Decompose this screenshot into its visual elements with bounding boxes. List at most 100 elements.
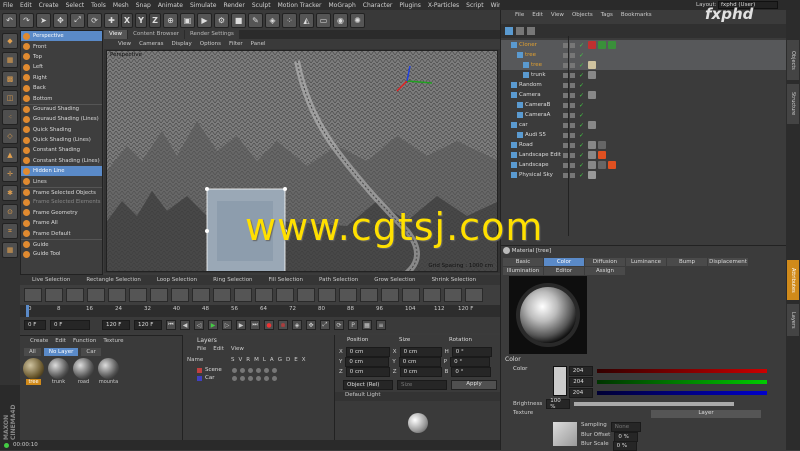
mat-menu-create[interactable]: Create bbox=[30, 338, 48, 344]
coord-size-field[interactable]: 0 cm bbox=[399, 347, 442, 357]
tool-rectangle-selection[interactable]: Rectangle Selection bbox=[86, 277, 141, 283]
layer-flag-icon[interactable] bbox=[240, 375, 245, 381]
material-item-road[interactable]: road bbox=[72, 358, 95, 388]
tweak-icon[interactable]: ✱ bbox=[2, 185, 18, 201]
view-menu-item-hidden-line[interactable]: Hidden Line bbox=[21, 166, 102, 177]
object-row-tree[interactable]: tree ✓ bbox=[501, 60, 787, 70]
render-visibility-icon[interactable] bbox=[570, 92, 575, 98]
coord-rotation-field[interactable]: 0 ° bbox=[450, 357, 491, 367]
texture-layer-button[interactable]: Layer bbox=[651, 410, 761, 418]
tool-slot-icon[interactable] bbox=[24, 288, 42, 302]
render-visibility-icon[interactable] bbox=[570, 172, 575, 178]
coord-position-field[interactable]: 0 cm bbox=[345, 357, 390, 367]
object-row-physical-sky[interactable]: Physical Sky ✓ bbox=[501, 170, 787, 180]
play-icon[interactable]: ▶ bbox=[208, 320, 218, 330]
material-item-tree[interactable]: tree bbox=[22, 358, 45, 388]
recent-tools-icon[interactable]: ✚ bbox=[104, 12, 119, 28]
object-tag-icon[interactable] bbox=[588, 171, 596, 179]
object-row-trunk[interactable]: trunk ✓ bbox=[501, 70, 787, 80]
enable-axis-icon[interactable]: ✛ bbox=[2, 166, 18, 182]
coord-position-field[interactable]: 0 cm bbox=[345, 347, 390, 357]
render-visibility-icon[interactable] bbox=[570, 112, 575, 118]
right-tab-structure[interactable]: Structure bbox=[787, 84, 799, 124]
vp-menu-view[interactable]: View bbox=[118, 41, 131, 47]
object-visibility-flags[interactable] bbox=[563, 162, 575, 168]
texture-preview[interactable] bbox=[553, 422, 577, 446]
render-visibility-icon[interactable] bbox=[570, 142, 575, 148]
menu-sculpt[interactable]: Sculpt bbox=[252, 2, 271, 9]
view-menu-item-constant-shading[interactable]: Constant Shading bbox=[21, 145, 102, 155]
param-key-icon[interactable]: P bbox=[348, 320, 358, 330]
tool-slot-icon[interactable] bbox=[213, 288, 231, 302]
object-row-camerab[interactable]: CameraB ✓ bbox=[501, 100, 787, 110]
object-tag-icon[interactable] bbox=[588, 161, 596, 169]
size-mode-select[interactable]: Size bbox=[397, 380, 447, 390]
object-visibility-flags[interactable] bbox=[563, 62, 575, 68]
tool-slot-icon[interactable] bbox=[276, 288, 294, 302]
redo-icon[interactable]: ↷ bbox=[19, 12, 34, 28]
object-tag-icon[interactable] bbox=[608, 161, 616, 169]
object-visibility-flags[interactable] bbox=[563, 152, 575, 158]
menu-mograph[interactable]: MoGraph bbox=[329, 2, 356, 9]
tool-slot-icon[interactable] bbox=[45, 288, 63, 302]
attr-tab-assign[interactable]: Assign bbox=[585, 267, 625, 275]
subdivision-icon[interactable]: ◈ bbox=[265, 12, 280, 28]
tool-slot-icon[interactable] bbox=[255, 288, 273, 302]
layers-menu-file[interactable]: File bbox=[197, 346, 206, 352]
object-tag-icon[interactable] bbox=[608, 41, 616, 49]
object-tag-icon[interactable] bbox=[588, 121, 596, 129]
tool-slot-icon[interactable] bbox=[360, 288, 378, 302]
enabled-check-icon[interactable]: ✓ bbox=[579, 142, 584, 149]
view-menu-item-front[interactable]: Front bbox=[21, 41, 102, 51]
texture-mode-icon[interactable]: ▩ bbox=[2, 71, 18, 87]
vp-menu-panel[interactable]: Panel bbox=[251, 41, 266, 47]
polygons-mode-icon[interactable]: ▲ bbox=[2, 147, 18, 163]
object-tag-icon[interactable] bbox=[598, 151, 606, 159]
object-row-random[interactable]: Random ✓ bbox=[501, 80, 787, 90]
record-icon[interactable]: ● bbox=[264, 320, 274, 330]
render-visibility-icon[interactable] bbox=[570, 72, 575, 78]
scale-tool-icon[interactable]: ⤢ bbox=[70, 12, 85, 28]
om-menu-objects[interactable]: Objects bbox=[572, 12, 593, 18]
om-menu-bookmarks[interactable]: Bookmarks bbox=[621, 12, 652, 18]
object-row-tree[interactable]: tree ✓ bbox=[501, 50, 787, 60]
camera-icon[interactable]: ◉ bbox=[333, 12, 348, 28]
object-row-landscape[interactable]: Landscape ✓ bbox=[501, 160, 787, 170]
attr-tab-color[interactable]: Color bbox=[544, 258, 584, 266]
object-visibility-flags[interactable] bbox=[563, 102, 575, 108]
tool-grow-selection[interactable]: Grow Selection bbox=[374, 277, 415, 283]
object-row-road[interactable]: Road ✓ bbox=[501, 140, 787, 150]
apply-button[interactable]: Apply bbox=[451, 380, 497, 390]
enabled-check-icon[interactable]: ✓ bbox=[579, 162, 584, 169]
tool-slot-icon[interactable] bbox=[66, 288, 84, 302]
brightness-field[interactable]: 100 % bbox=[546, 398, 571, 410]
tab-render-settings[interactable]: Render Settings bbox=[184, 30, 239, 39]
object-row-cameraa[interactable]: CameraA ✓ bbox=[501, 110, 787, 120]
green-field[interactable]: 204 bbox=[569, 377, 594, 387]
layer-row[interactable]: Car bbox=[187, 374, 277, 382]
light-icon[interactable]: ✺ bbox=[350, 12, 365, 28]
menu-create[interactable]: Create bbox=[39, 2, 59, 9]
object-tag-icon[interactable] bbox=[588, 61, 596, 69]
object-visibility-flags[interactable] bbox=[563, 172, 575, 178]
enabled-check-icon[interactable]: ✓ bbox=[579, 42, 584, 49]
right-tab-layers[interactable]: Layers bbox=[787, 304, 799, 336]
grid-icon[interactable]: ▦ bbox=[2, 242, 18, 258]
attr-tab-illumination[interactable]: Illumination bbox=[503, 267, 543, 275]
layer-flag-icon[interactable] bbox=[264, 367, 269, 373]
object-tag-icon[interactable] bbox=[588, 71, 596, 79]
coord-size-field[interactable]: 0 cm bbox=[398, 357, 441, 367]
view-menu-item-frame-selected-elements[interactable]: Frame Selected Elements bbox=[21, 197, 102, 207]
prev-key-icon[interactable]: ◀ bbox=[180, 320, 190, 330]
object-tag-icon[interactable] bbox=[588, 151, 596, 159]
tool-slot-icon[interactable] bbox=[234, 288, 252, 302]
tool-slot-icon[interactable] bbox=[465, 288, 483, 302]
object-visibility-flags[interactable] bbox=[563, 132, 575, 138]
floor-icon[interactable]: ▭ bbox=[316, 12, 331, 28]
tool-slot-icon[interactable] bbox=[339, 288, 357, 302]
menu-select[interactable]: Select bbox=[66, 2, 85, 9]
enabled-check-icon[interactable]: ✓ bbox=[579, 82, 584, 89]
enabled-check-icon[interactable]: ✓ bbox=[579, 92, 584, 99]
max-frame-field[interactable]: 120 F bbox=[134, 320, 162, 330]
menu-render[interactable]: Render bbox=[223, 2, 244, 9]
